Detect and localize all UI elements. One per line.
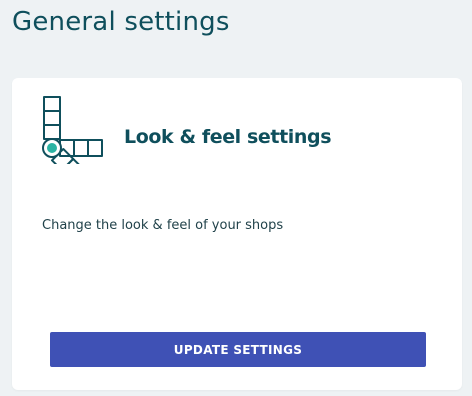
card-title: Look & feel settings: [124, 126, 332, 148]
look-and-feel-card: Look & feel settings Change the look & f…: [12, 78, 462, 390]
color-swatch-icon: [42, 96, 103, 164]
card-description: Change the look & feel of your shops: [42, 218, 284, 233]
page: General settings Look & feel settings Ch…: [0, 0, 472, 396]
page-title: General settings: [12, 7, 230, 37]
update-settings-button[interactable]: UPDATE SETTINGS: [50, 332, 426, 367]
